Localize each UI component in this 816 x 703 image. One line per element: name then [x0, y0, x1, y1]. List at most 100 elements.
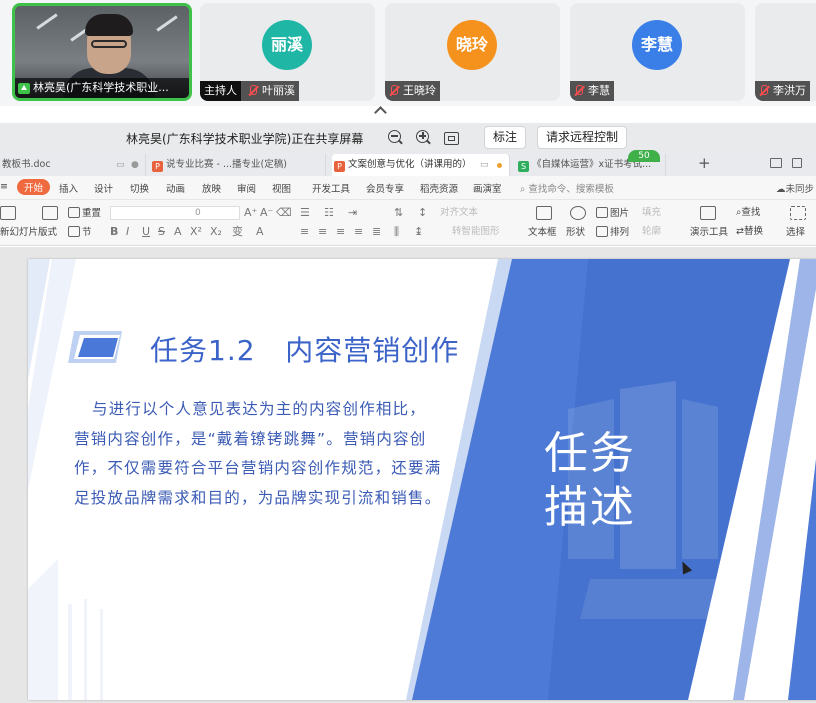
ribbon-toolbar: 新幻灯片 版式 重置 节 0 A⁺ A⁻ ⌫ B I U S A X² X₂ 变…: [0, 200, 816, 246]
numbered-list-icon[interactable]: ☷: [324, 207, 334, 219]
textbox-button[interactable]: 文本框: [528, 227, 557, 239]
picture-button[interactable]: 图片: [596, 207, 629, 220]
distribute-icon[interactable]: ≣: [372, 226, 381, 238]
select-icon[interactable]: [790, 206, 808, 222]
clear-format-icon[interactable]: ⌫: [276, 207, 292, 219]
replace-button[interactable]: ⇄替换: [736, 226, 763, 238]
grid-view-icon[interactable]: [792, 158, 802, 168]
slide-body-text[interactable]: 与进行以个人意见表达为主的内容创作相比，营销内容创作，是“戴着镣铐跳舞”。营销内…: [74, 395, 442, 513]
menu-hamburger-icon[interactable]: ≡: [0, 181, 8, 192]
indent-icon[interactable]: ⇥: [348, 207, 357, 219]
shape-icon[interactable]: [570, 206, 588, 222]
menu-slideshow[interactable]: 放映: [202, 181, 221, 195]
document-tab-strip: 教板书.doc ▭ ● P 说专业比赛 - ...播专业(定稿) P 文案创意与优化…: [0, 152, 816, 176]
align-text-button[interactable]: 对齐文本: [440, 207, 478, 219]
find-button[interactable]: ⌕查找: [736, 207, 760, 219]
menu-insert[interactable]: 插入: [59, 181, 78, 195]
present-tools-button[interactable]: 演示工具: [690, 227, 728, 239]
picture-label: 图片: [610, 208, 630, 219]
smartart-button[interactable]: 转智能图形: [452, 226, 500, 238]
text-direction-icon[interactable]: ⇅: [394, 207, 403, 219]
outline-button[interactable]: 轮廓: [642, 226, 661, 238]
font-shrink-icon[interactable]: A⁻: [260, 207, 273, 219]
underline-icon[interactable]: U: [142, 226, 150, 238]
char-spacing-icon[interactable]: A: [174, 226, 182, 238]
line-spacing-icon[interactable]: ↕: [418, 207, 427, 219]
tab-label: 教板书.doc: [2, 159, 51, 170]
participant-name-tag: 主持人 叶丽溪: [200, 81, 299, 101]
document-tab-active[interactable]: P 文案创意与优化（讲课用的） ▭: [332, 154, 510, 176]
fill-label: 填充: [642, 207, 662, 218]
menu-developer[interactable]: 开发工具: [312, 181, 350, 195]
participant-tile[interactable]: 丽溪 主持人 叶丽溪: [200, 3, 375, 101]
slide-title[interactable]: 任务1.2 内容营销创作: [150, 329, 459, 369]
command-search[interactable]: ⌕ 查找命令、搜索模板: [520, 181, 614, 195]
menu-start[interactable]: 开始: [17, 179, 51, 195]
participant-tile[interactable]: 李洪万: [755, 3, 816, 101]
participant-name-tag: 李慧: [570, 81, 614, 101]
bold-icon[interactable]: B: [110, 226, 118, 238]
subscript-icon[interactable]: X₂: [210, 226, 222, 238]
superscript-icon[interactable]: X²: [190, 226, 202, 238]
align-center-icon[interactable]: ≡: [318, 226, 327, 238]
font-grow-icon[interactable]: A⁺: [244, 207, 257, 219]
task-description-label[interactable]: 任务描述: [544, 427, 654, 535]
columns-icon[interactable]: ⫼: [394, 226, 399, 238]
bullet-list-icon[interactable]: ☰: [300, 207, 310, 219]
menu-design[interactable]: 设计: [94, 181, 113, 195]
participant-name: 王晓玲: [403, 84, 436, 97]
participant-tile-video[interactable]: 林亮昊(广东科学技术职业...: [12, 3, 192, 101]
menu-studio[interactable]: 画演室: [473, 181, 502, 195]
textbox-icon[interactable]: [536, 206, 554, 222]
avatar: 丽溪: [262, 20, 312, 70]
document-tab[interactable]: P 说专业比赛 - ...播专业(定稿): [150, 154, 326, 176]
menu-review[interactable]: 审阅: [237, 181, 256, 195]
fill-button[interactable]: 填充: [642, 207, 661, 219]
paragraph-spacing-icon[interactable]: ↨: [414, 226, 423, 238]
strikethrough-icon[interactable]: S: [158, 226, 165, 238]
section-button[interactable]: 节: [68, 226, 92, 239]
sync-status[interactable]: ☁未同步: [776, 181, 814, 195]
layout-icon[interactable]: [42, 206, 60, 222]
align-left-icon[interactable]: ≡: [300, 226, 309, 238]
shape-button[interactable]: 形状: [566, 227, 585, 239]
slide[interactable]: 任务1.2 内容营销创作 与进行以个人意见表达为主的内容创作相比，营销内容创作，…: [28, 259, 816, 700]
font-size-select[interactable]: 0: [110, 206, 240, 220]
zoom-out-icon[interactable]: [386, 128, 406, 148]
tab-pin-icon[interactable]: ▭: [116, 154, 126, 176]
layout-button[interactable]: 版式: [38, 227, 57, 239]
reset-button[interactable]: 重置: [68, 207, 101, 220]
select-button[interactable]: 选择: [786, 227, 805, 239]
participant-name: 李慧: [588, 84, 610, 97]
sync-label: 未同步: [785, 184, 815, 195]
new-tab-icon[interactable]: +: [698, 155, 711, 171]
annotate-button[interactable]: 标注: [484, 126, 527, 149]
menu-animation[interactable]: 动画: [166, 181, 185, 195]
tab-close-icon[interactable]: ●: [131, 154, 141, 176]
document-tab[interactable]: 教板书.doc ▭ ●: [0, 154, 146, 176]
zoom-in-icon[interactable]: [414, 128, 434, 148]
justify-icon[interactable]: ≡: [354, 226, 363, 238]
menu-docer[interactable]: 稻壳资源: [420, 181, 458, 195]
menu-view[interactable]: 视图: [272, 181, 291, 195]
collapse-chevron-icon[interactable]: [372, 104, 390, 114]
arrange-button[interactable]: 排列: [596, 226, 629, 239]
font-color-icon[interactable]: A: [256, 226, 264, 238]
participant-tile[interactable]: 李慧 李慧: [570, 3, 745, 101]
new-slide-button[interactable]: 新幻灯片: [0, 227, 38, 239]
new-slide-icon[interactable]: [0, 206, 18, 222]
menu-member[interactable]: 会员专享: [366, 181, 404, 195]
text-effect-icon[interactable]: 变: [232, 226, 243, 238]
menu-transition[interactable]: 切换: [130, 181, 149, 195]
request-remote-control-button[interactable]: 请求远程控制: [537, 126, 628, 149]
italic-icon[interactable]: I: [126, 226, 129, 238]
tab-pin-icon[interactable]: ▭: [480, 154, 490, 176]
present-tools-icon[interactable]: [700, 206, 718, 222]
participant-name: 李洪万: [773, 84, 806, 97]
window-layout-icon[interactable]: [770, 158, 782, 168]
fit-screen-icon[interactable]: [441, 128, 461, 148]
mic-muted-icon: [758, 85, 770, 97]
search-placeholder: 查找命令、搜索模板: [528, 184, 614, 195]
align-right-icon[interactable]: ≡: [336, 226, 345, 238]
participant-tile[interactable]: 晓玲 王晓玲: [385, 3, 560, 101]
